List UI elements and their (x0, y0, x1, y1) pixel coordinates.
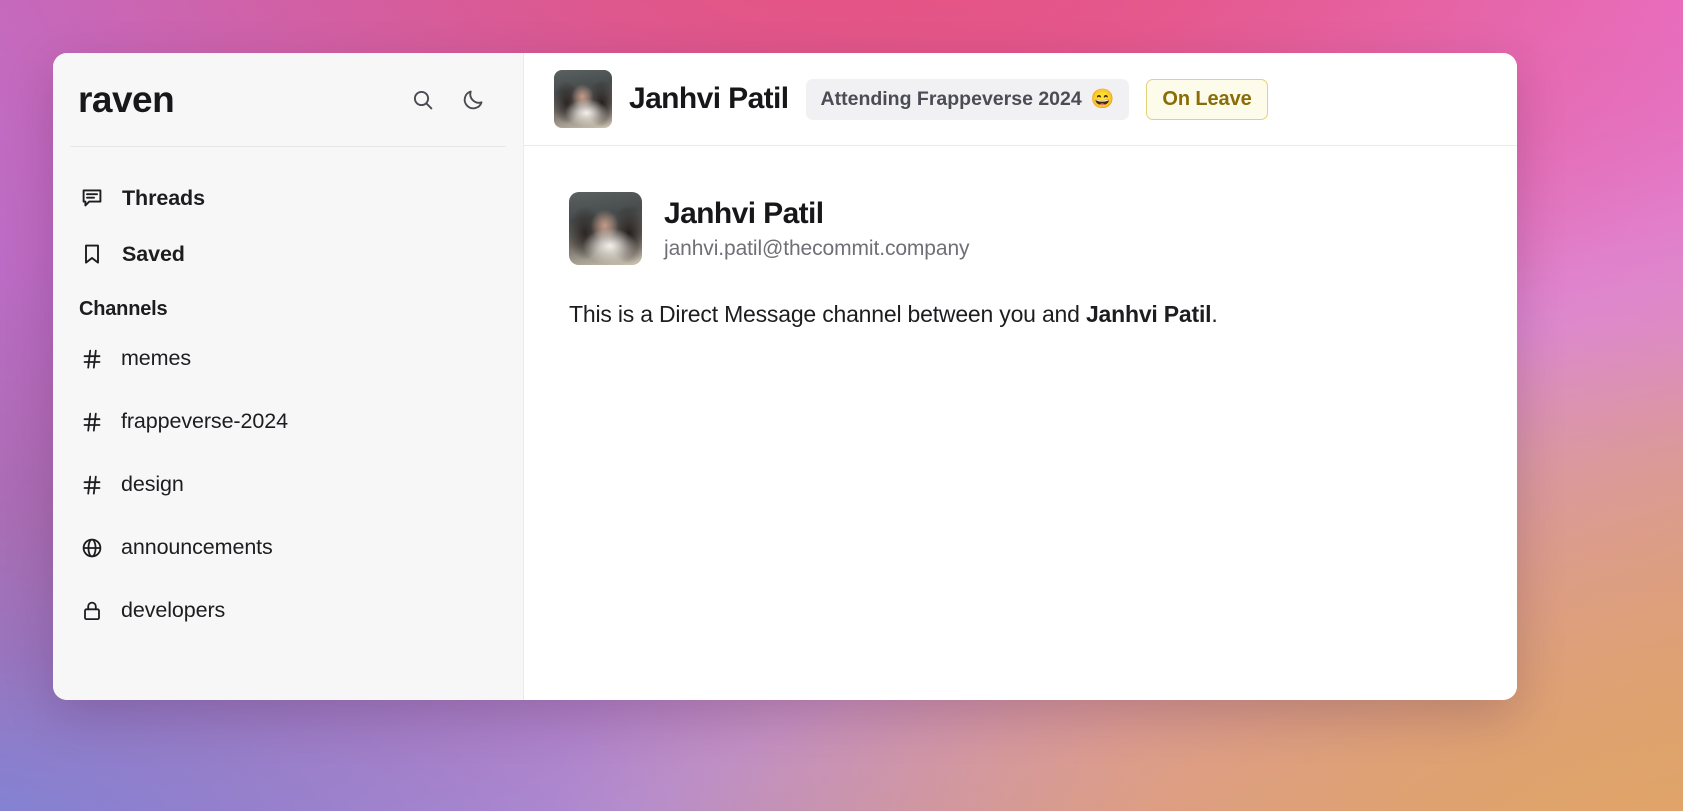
sidebar-channel-label: announcements (121, 535, 273, 559)
status-badge: On Leave (1146, 78, 1268, 120)
message-list: Janhvi Patil janhvi.patil@thecommit.comp… (524, 146, 1517, 700)
sidebar-channel-frappeverse-2024[interactable]: frappeverse-2024 (53, 390, 523, 453)
globe-icon (79, 535, 105, 561)
sidebar-item-threads[interactable]: Threads (53, 170, 523, 226)
app-logo: raven (78, 79, 175, 120)
channels-section-title: Channels (79, 298, 168, 320)
app-window: raven Threads Saved Channels memes frapp… (53, 53, 1517, 700)
dm-description-suffix: . (1211, 301, 1218, 327)
threads-icon (79, 185, 105, 211)
conversation-title: Janhvi Patil (629, 82, 789, 115)
hash-icon (79, 346, 105, 372)
sidebar-header-actions (410, 87, 486, 113)
sidebar-header: raven (53, 53, 523, 146)
sidebar-item-saved[interactable]: Saved (53, 226, 523, 282)
dm-description-name: Janhvi Patil (1085, 301, 1212, 327)
avatar[interactable] (569, 192, 642, 265)
conversation-header: Janhvi Patil Attending Frappeverse 2024 … (524, 53, 1517, 146)
sidebar-channel-label: design (121, 472, 184, 496)
sidebar-channel-label: frappeverse-2024 (121, 409, 288, 433)
sidebar-channel-design[interactable]: design (53, 453, 523, 516)
hash-icon (79, 472, 105, 498)
hash-icon (79, 409, 105, 435)
search-icon[interactable] (410, 87, 436, 113)
avatar-photo (554, 70, 612, 128)
dm-description: This is a Direct Message channel between… (569, 301, 1487, 328)
sidebar-item-label: Saved (122, 241, 185, 266)
sidebar-channel-developers[interactable]: developers (53, 579, 523, 642)
sidebar-item-label: Threads (122, 185, 205, 210)
lock-icon (79, 598, 105, 624)
user-status-text: Attending Frappeverse 2024 (820, 87, 1082, 110)
sidebar-channel-label: developers (121, 598, 226, 622)
dm-description-prefix: This is a Direct Message channel between… (569, 301, 1086, 327)
dm-profile-name: Janhvi Patil (664, 196, 824, 230)
sidebar: raven Threads Saved Channels memes frapp… (53, 53, 524, 700)
bookmark-icon (79, 241, 105, 267)
dm-profile-email: janhvi.patil@thecommit.company (664, 236, 970, 260)
moon-icon[interactable] (460, 87, 486, 113)
dm-profile-meta: Janhvi Patil janhvi.patil@thecommit.comp… (664, 196, 970, 261)
sidebar-body: Threads Saved Channels memes frappeverse… (53, 147, 523, 642)
main-panel: Janhvi Patil Attending Frappeverse 2024 … (524, 53, 1517, 700)
dm-profile-card: Janhvi Patil janhvi.patil@thecommit.comp… (569, 192, 1487, 265)
sidebar-channel-label: memes (121, 346, 191, 370)
grinning-face-icon: 😄 (1090, 88, 1115, 110)
sidebar-channel-memes[interactable]: memes (53, 327, 523, 390)
sidebar-channel-announcements[interactable]: announcements (53, 516, 523, 579)
avatar[interactable] (554, 70, 612, 128)
user-status-chip: Attending Frappeverse 2024 😄 (805, 78, 1130, 120)
avatar-photo (569, 192, 642, 265)
